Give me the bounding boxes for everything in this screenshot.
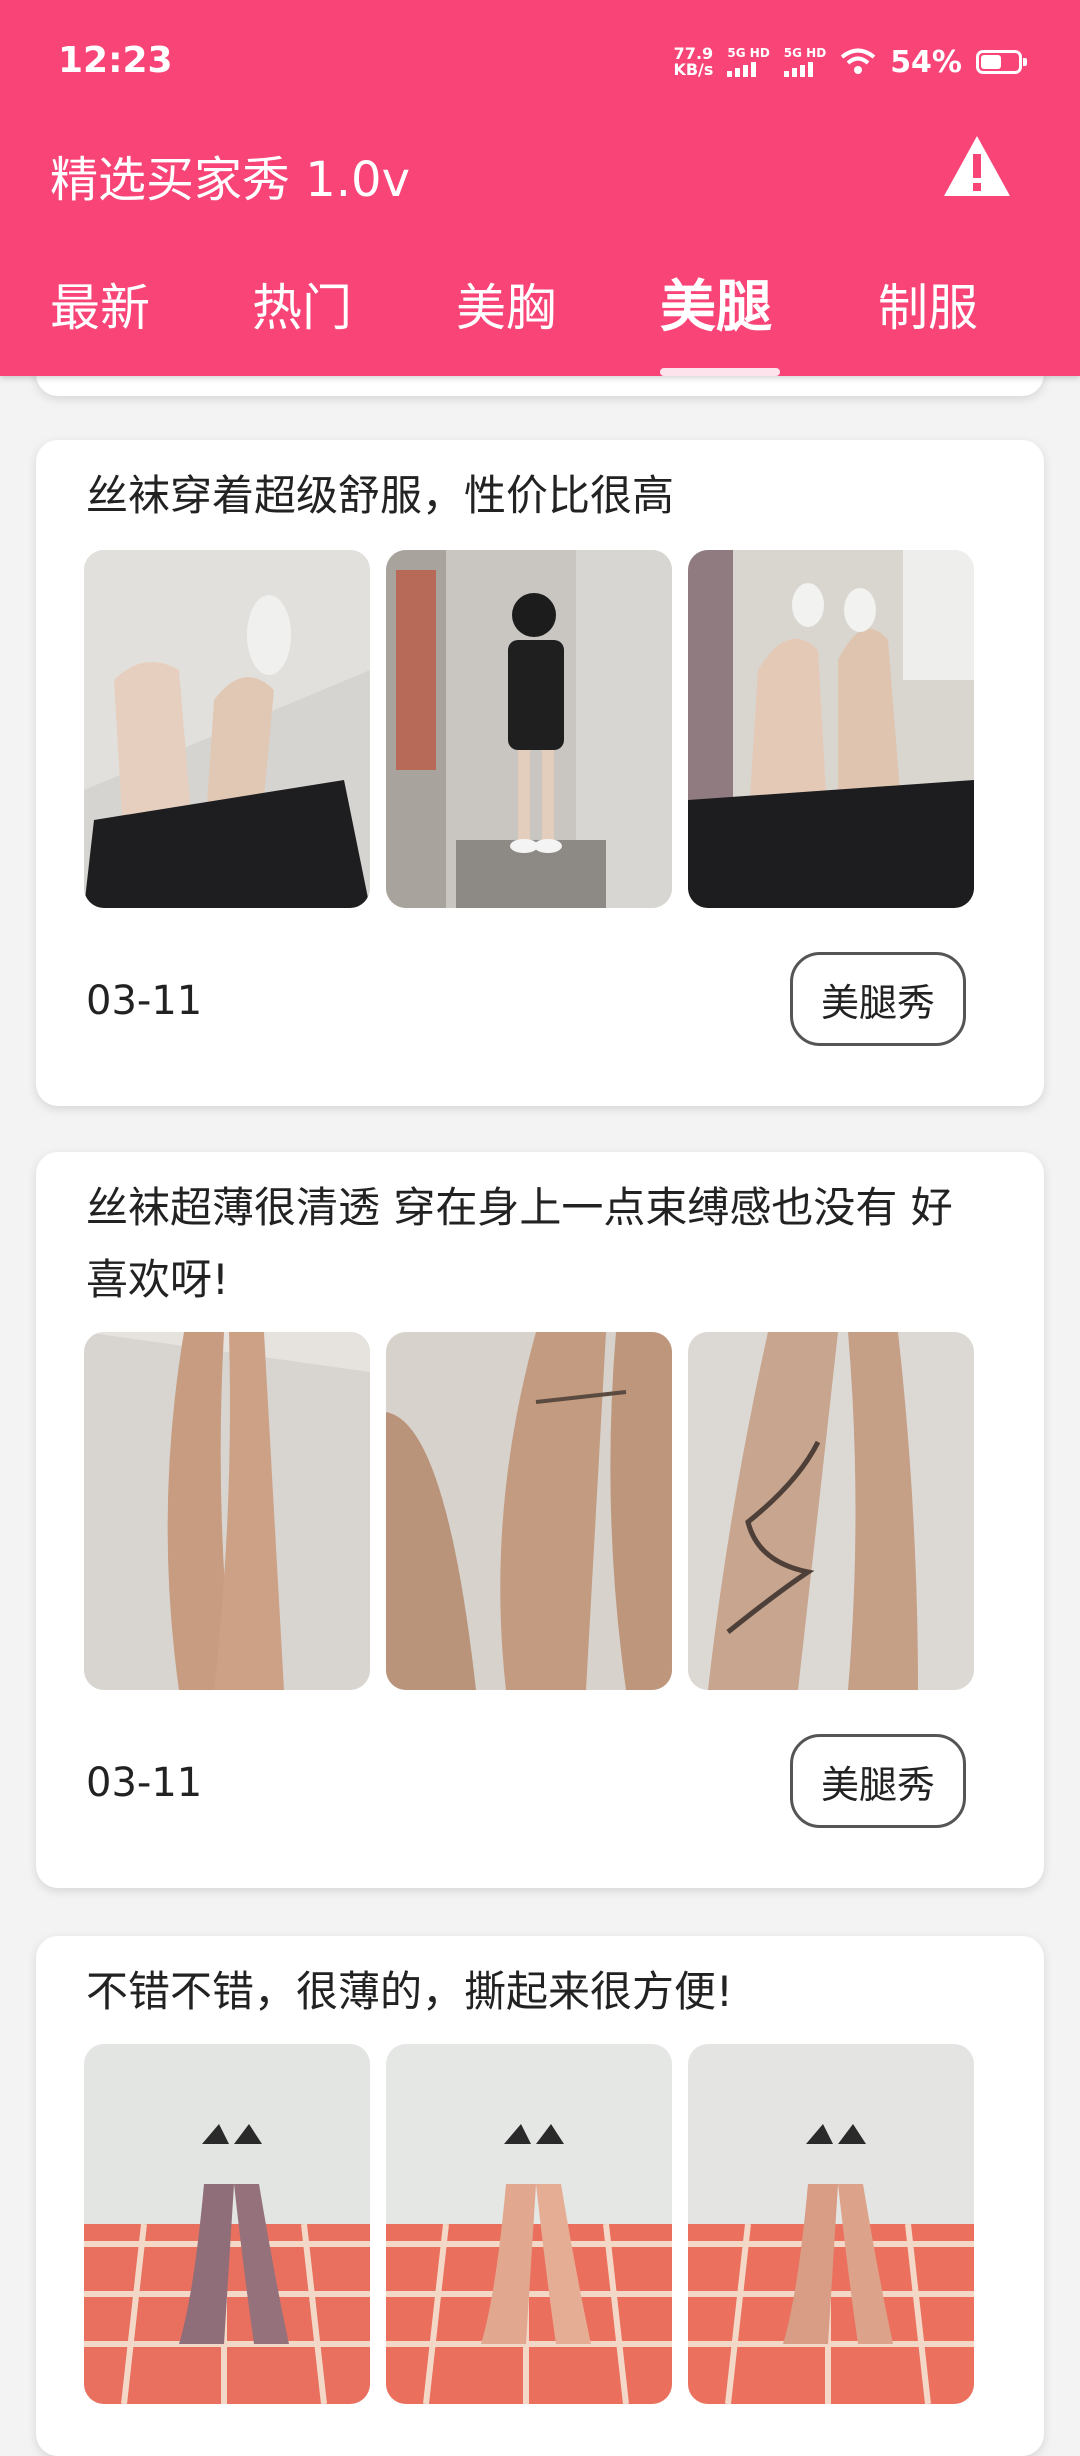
sim1-label: 5G HD (727, 46, 770, 60)
post-card[interactable]: 不错不错，很薄的，撕起来很方便! (36, 1936, 1044, 2456)
active-tab-indicator (660, 368, 780, 376)
status-bar: 12:23 77.9 KB/s 5G HD 5G HD 54% (0, 0, 1080, 120)
network-speed-unit: KB/s (673, 60, 714, 79)
sim2-label: 5G HD (783, 46, 827, 60)
post-photo[interactable] (84, 2044, 370, 2404)
post-photo[interactable] (386, 550, 672, 908)
status-icons: 77.9 KB/s 5G HD 5G HD 54% (673, 40, 1027, 84)
battery-icon (976, 50, 1027, 74)
app-title: 精选买家秀 1.0v (50, 152, 411, 208)
tab-hot[interactable]: 热门 (252, 268, 352, 340)
post-photo[interactable] (386, 2044, 672, 2404)
post-date: 03-11 (86, 978, 203, 1024)
app-header: 12:23 77.9 KB/s 5G HD 5G HD 54% 精选买家秀 1.… (0, 0, 1080, 376)
post-date: 03-11 (86, 1760, 203, 1806)
post-photo[interactable] (84, 550, 370, 908)
category-tag-button[interactable]: 美腿秀 (790, 1734, 966, 1828)
network-speed: 77.9 KB/s (673, 46, 713, 78)
post-photo[interactable] (688, 550, 974, 908)
signal-icon: 5G HD (727, 46, 770, 77)
wifi-icon (840, 48, 876, 74)
signal-icon: 5G HD (783, 46, 827, 77)
post-photo[interactable] (688, 1332, 974, 1690)
tab-legs[interactable]: 美腿 (660, 262, 772, 343)
battery-percent: 54% (890, 44, 962, 80)
category-tabs: 最新 热门 美胸 美腿 制服 (0, 258, 1080, 376)
tab-uniform[interactable]: 制服 (878, 268, 978, 340)
category-tag-button[interactable]: 美腿秀 (790, 952, 966, 1046)
post-photo[interactable] (386, 1332, 672, 1690)
post-card[interactable]: 丝袜穿着超级舒服，性价比很高 03-11 美腿秀 (36, 440, 1044, 1106)
warning-icon[interactable] (942, 134, 1012, 198)
post-card[interactable]: 丝袜超薄很清透 穿在身上一点束缚感也没有 好喜欢呀! 03-11 美腿秀 (36, 1152, 1044, 1888)
post-photo[interactable] (688, 2044, 974, 2404)
post-photo[interactable] (84, 1332, 370, 1690)
post-text: 丝袜穿着超级舒服，性价比很高 (86, 471, 675, 520)
post-text: 丝袜超薄很清透 穿在身上一点束缚感也没有 好喜欢呀! (86, 1183, 953, 1304)
tab-chest[interactable]: 美胸 (456, 268, 556, 340)
post-text: 不错不错，很薄的，撕起来很方便! (86, 1967, 733, 2016)
tab-latest[interactable]: 最新 (50, 268, 150, 340)
status-time: 12:23 (58, 40, 173, 81)
